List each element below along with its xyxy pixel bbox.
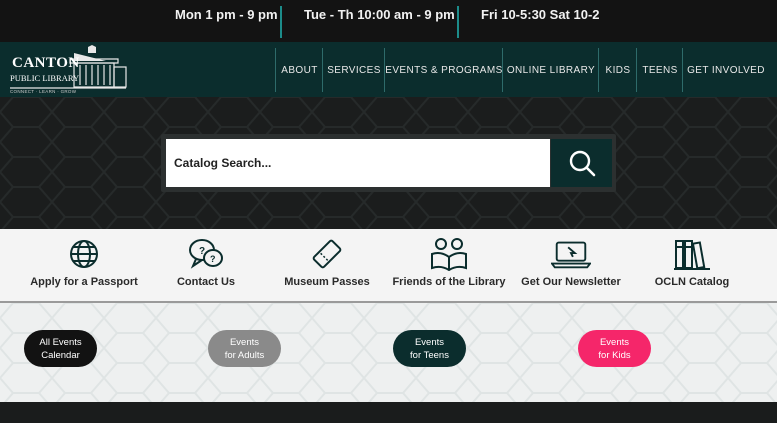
chat-question-icon: ? ?: [189, 239, 223, 269]
hours-divider: [457, 6, 459, 38]
nav-teens[interactable]: TEENS: [636, 48, 683, 92]
books-icon: [674, 240, 710, 270]
nav-get-involved[interactable]: GET INVOLVED: [682, 48, 769, 92]
logo-tagline: CONNECT · LEARN · GROW: [10, 89, 77, 94]
svg-text:?: ?: [199, 246, 205, 257]
quick-link-museum-passes[interactable]: Museum Passes: [267, 235, 387, 288]
events-for-kids-button[interactable]: Events for Kids: [578, 330, 651, 367]
quick-link-newsletter[interactable]: Get Our Newsletter: [511, 235, 631, 288]
all-events-calendar-button[interactable]: All Events Calendar: [24, 330, 97, 367]
catalog-search-input[interactable]: [166, 139, 550, 187]
quick-link-contact[interactable]: ? ? Contact Us: [146, 235, 266, 288]
search-button[interactable]: [551, 139, 612, 187]
readers-icon: [431, 238, 467, 271]
hours-divider: [280, 6, 282, 38]
ticket-icon: [312, 239, 342, 269]
logo-name: CANTON: [12, 55, 80, 71]
hex-pattern-background: [0, 303, 777, 402]
hours-bar: Mon 1 pm - 9 pm Tue - Th 10:00 am - 9 pm…: [0, 0, 777, 42]
svg-text:?: ?: [210, 254, 216, 264]
quick-link-label: Museum Passes: [284, 276, 370, 288]
featured-section-top: [0, 402, 777, 423]
events-for-teens-button[interactable]: Events for Teens: [393, 330, 466, 367]
quick-link-label: Friends of the Library: [392, 276, 506, 288]
quick-link-label: Apply for a Passport: [30, 276, 138, 288]
events-for-adults-button[interactable]: Events for Adults: [208, 330, 281, 367]
quick-link-label: Contact Us: [176, 276, 236, 288]
nav-events-programs[interactable]: EVENTS & PROGRAMS: [384, 48, 503, 92]
laptop-icon: [551, 241, 591, 269]
nav-kids[interactable]: KIDS: [598, 48, 637, 92]
quick-link-ocln-catalog[interactable]: OCLN Catalog: [632, 235, 752, 288]
quick-links-bar: Apply for a Passport ? ? Contact Us Muse…: [0, 229, 777, 303]
nav-about[interactable]: ABOUT: [275, 48, 323, 92]
hours-fri-sat: Fri 10-5:30 Sat 10-2: [481, 7, 600, 22]
nav-online-library[interactable]: ONLINE LIBRARY: [502, 48, 599, 92]
quick-link-friends[interactable]: Friends of the Library: [389, 235, 509, 288]
search-icon: [569, 150, 595, 177]
logo-subtitle: PUBLIC LIBRARY: [10, 73, 80, 83]
quick-link-label: Get Our Newsletter: [521, 276, 621, 288]
quick-link-passport[interactable]: Apply for a Passport: [24, 235, 144, 288]
main-nav: CANTON PUBLIC LIBRARY CONNECT · LEARN · …: [0, 42, 777, 97]
library-logo[interactable]: CANTON PUBLIC LIBRARY CONNECT · LEARN · …: [8, 45, 130, 95]
globe-icon: [70, 240, 98, 268]
quick-link-label: OCLN Catalog: [654, 276, 730, 288]
nav-services[interactable]: SERVICES: [322, 48, 385, 92]
events-section: All Events Calendar Events for Adults Even…: [0, 303, 777, 402]
hours-tue-thu: Tue - Th 10:00 am - 9 pm: [304, 7, 455, 22]
hours-mon: Mon 1 pm - 9 pm: [175, 7, 278, 22]
